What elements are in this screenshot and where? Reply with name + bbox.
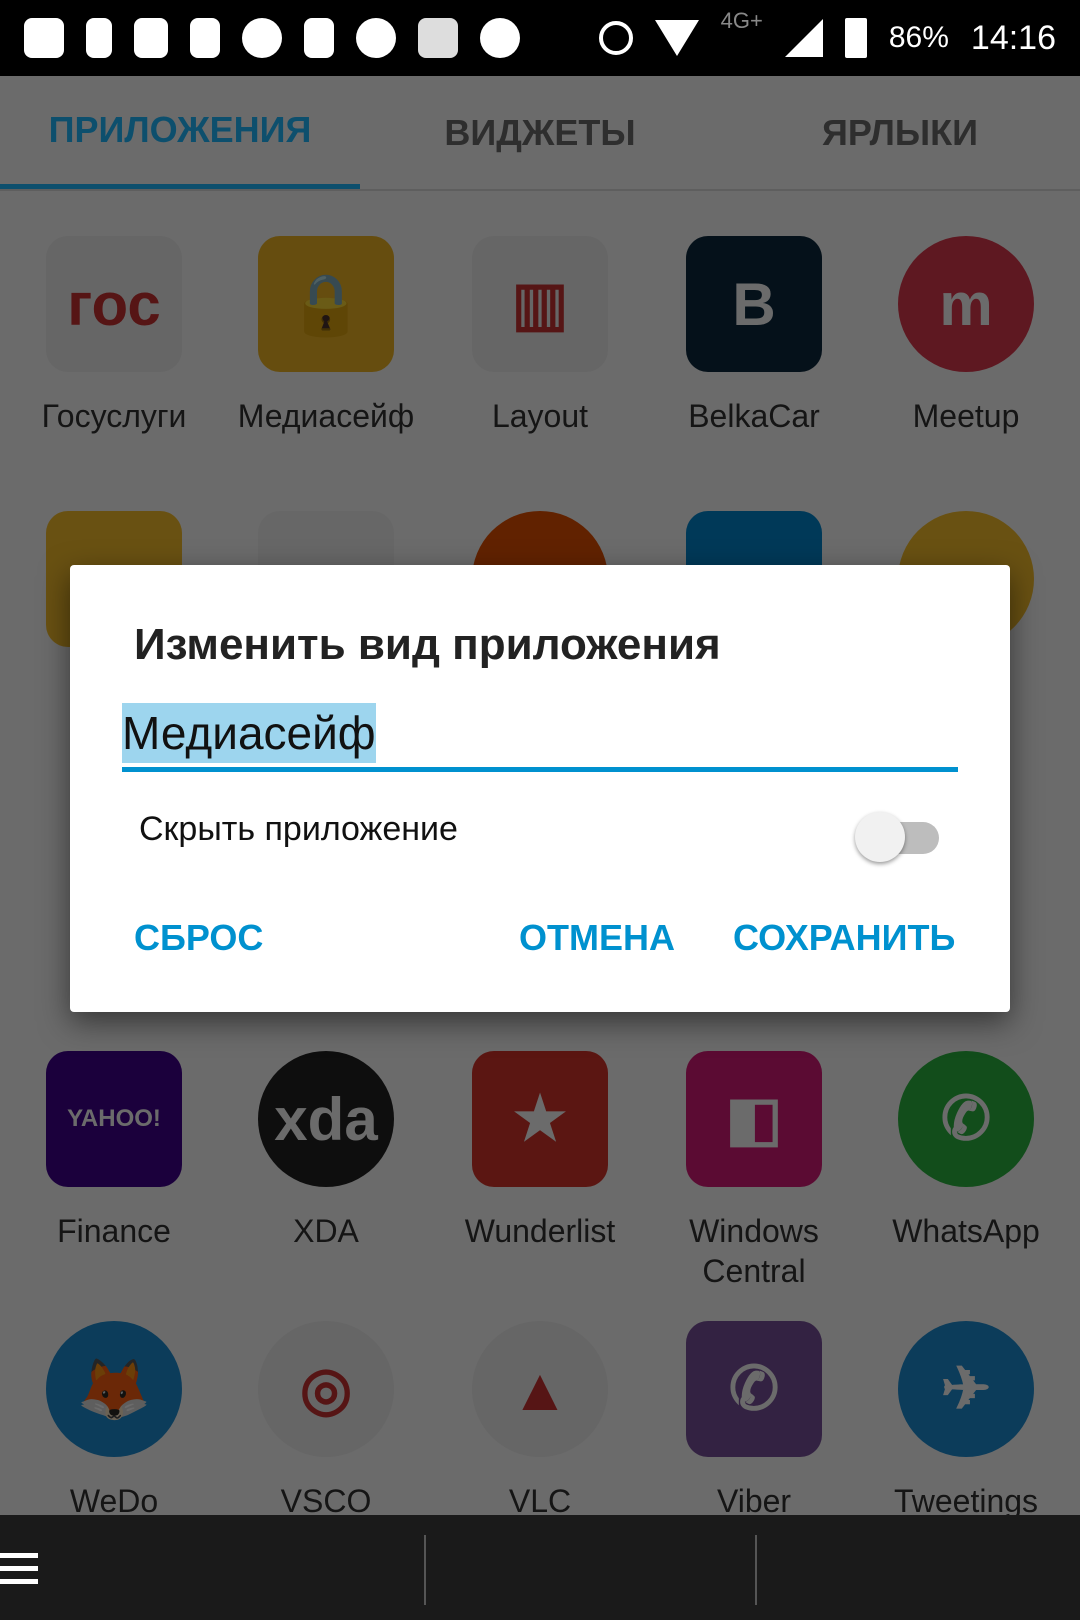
save-button[interactable]: СОХРАНИТЬ — [733, 917, 955, 959]
app-name-value: Медиасейф — [122, 703, 376, 763]
dialog-title: Изменить вид приложения — [134, 620, 721, 669]
app-name-input[interactable]: Медиасейф — [122, 702, 958, 772]
reset-button[interactable]: СБРОС — [134, 917, 263, 959]
battery-icon — [844, 18, 867, 58]
emoji-icon — [480, 18, 520, 58]
notification-icon — [134, 18, 168, 58]
network-type: 4G+ — [720, 8, 763, 33]
battery-percent: 86% — [888, 21, 949, 54]
tab-widgets[interactable]: ВИДЖЕТЫ — [360, 76, 720, 189]
menu-icon[interactable] — [0, 1553, 38, 1592]
flipboard-icon — [418, 18, 458, 58]
hide-app-toggle[interactable] — [855, 812, 939, 862]
bottom-bar — [0, 1515, 1080, 1620]
signal-icon — [784, 19, 823, 57]
hide-app-label: Скрыть приложение — [139, 810, 458, 848]
status-bar: 4G+ 86% 14:16 — [0, 0, 1080, 76]
notification-icon — [24, 18, 64, 58]
notification-icon — [86, 18, 112, 58]
wifi-icon — [654, 20, 699, 56]
cancel-button[interactable]: ОТМЕНА — [519, 917, 675, 959]
rss-icon — [190, 18, 220, 58]
tab-shortcuts[interactable]: ЯРЛЫКИ — [720, 76, 1080, 189]
tab-apps[interactable]: ПРИЛОЖЕНИЯ — [0, 76, 360, 189]
clock: 14:16 — [970, 18, 1056, 57]
edit-app-dialog: Изменить вид приложения Медиасейф Скрыть… — [70, 565, 1010, 1012]
id-icon — [304, 18, 334, 58]
divider — [424, 1535, 426, 1605]
divider — [755, 1535, 757, 1605]
tab-bar: ПРИЛОЖЕНИЯ ВИДЖЕТЫ ЯРЛЫКИ — [0, 76, 1080, 191]
emoji-icon — [356, 18, 396, 58]
alarm-icon — [598, 21, 633, 55]
emoji-icon — [242, 18, 282, 58]
